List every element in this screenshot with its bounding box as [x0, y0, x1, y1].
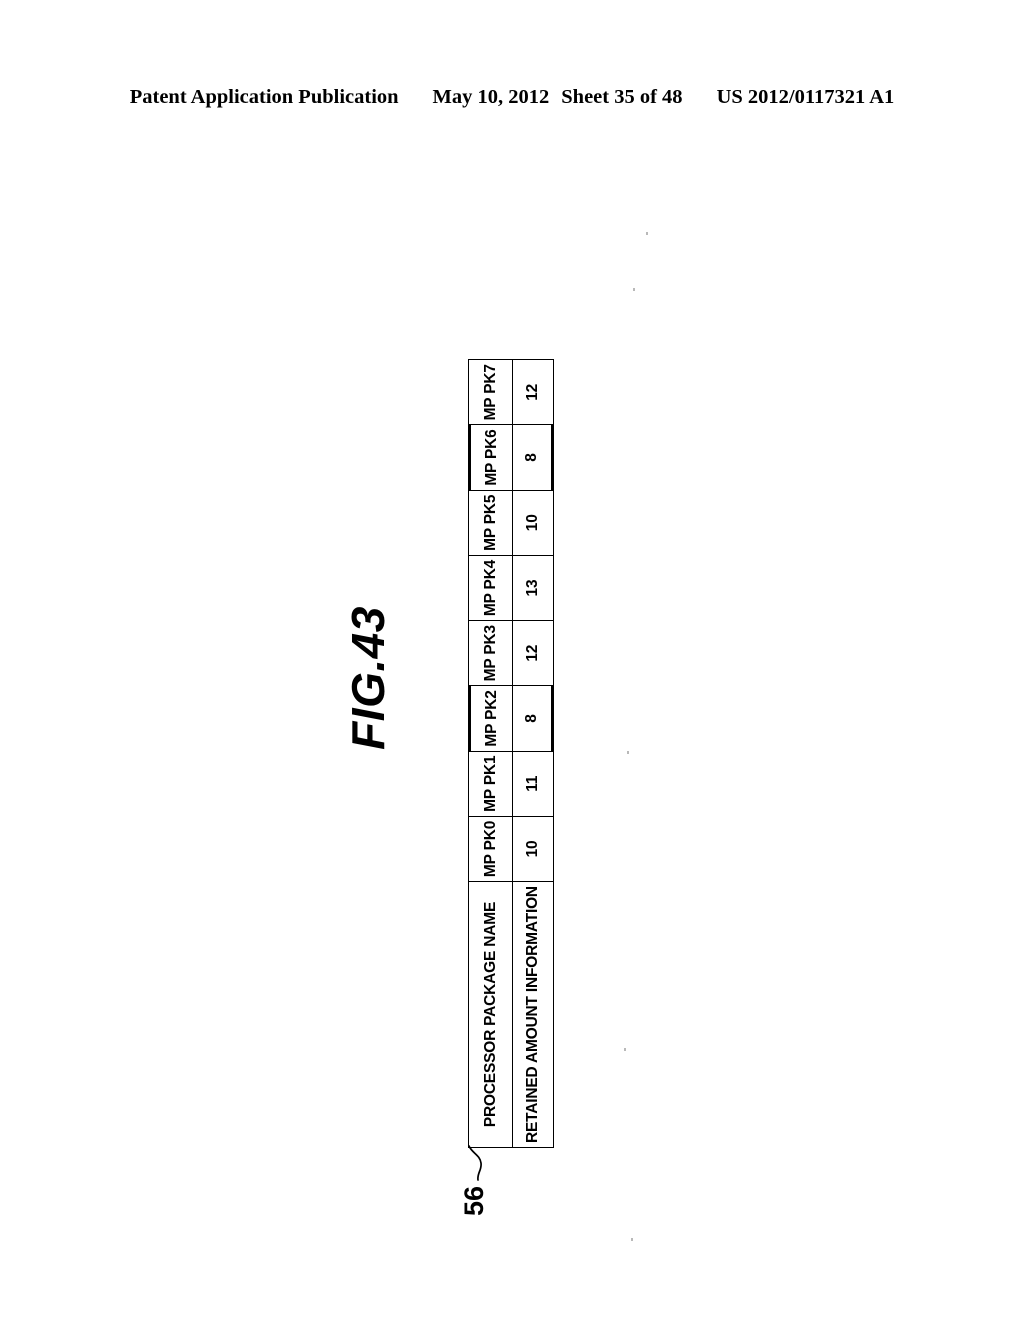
cell-retained-amount-pk4: 13 — [513, 554, 554, 621]
cell-package-name-pk2: MP PK2 — [468, 685, 513, 751]
cell-retained-amount-pk6: 8 — [513, 424, 554, 490]
cell-package-name-pk5: MP PK5 — [468, 489, 513, 555]
cell-package-name-pk7: MP PK7 — [468, 359, 513, 425]
row-label-processor-package-name: PROCESSOR PACKAGE NAME — [468, 881, 513, 1148]
cell-retained-amount-pk0: 10 — [513, 815, 554, 882]
cell-retained-amount-pk5: 10 — [513, 489, 554, 555]
figure-area: FIG.43 PROCESSOR PACKAGE NAME MP PK0 MP … — [0, 0, 1024, 1320]
scan-speck — [633, 288, 635, 291]
cell-package-name-pk1: MP PK1 — [468, 750, 513, 816]
row-label-retained-amount-information: RETAINED AMOUNT INFORMATION — [513, 881, 554, 1148]
figure-title: FIG.43 — [342, 606, 394, 750]
cell-retained-amount-pk3: 12 — [513, 620, 554, 686]
scan-speck — [646, 232, 648, 235]
table-row-package-name: PROCESSOR PACKAGE NAME MP PK0 MP PK1 MP … — [468, 359, 513, 1148]
cell-retained-amount-pk1: 11 — [513, 750, 554, 816]
scan-speck — [627, 751, 629, 754]
cell-retained-amount-pk2: 8 — [513, 685, 554, 751]
retained-amount-table: PROCESSOR PACKAGE NAME MP PK0 MP PK1 MP … — [468, 359, 554, 1148]
cell-package-name-pk4: MP PK4 — [468, 554, 513, 621]
scan-speck — [631, 1238, 633, 1241]
cell-retained-amount-pk7: 12 — [513, 359, 554, 425]
cell-package-name-pk0: MP PK0 — [468, 815, 513, 882]
scan-speck — [624, 1048, 626, 1051]
retained-amount-table-container: PROCESSOR PACKAGE NAME MP PK0 MP PK1 MP … — [468, 359, 554, 1148]
reference-numeral-56: 56 — [459, 1185, 489, 1217]
cell-package-name-pk3: MP PK3 — [468, 620, 513, 686]
cell-package-name-pk6: MP PK6 — [468, 424, 513, 490]
table-row-retained-amount: RETAINED AMOUNT INFORMATION 10 11 8 12 1… — [513, 359, 554, 1148]
